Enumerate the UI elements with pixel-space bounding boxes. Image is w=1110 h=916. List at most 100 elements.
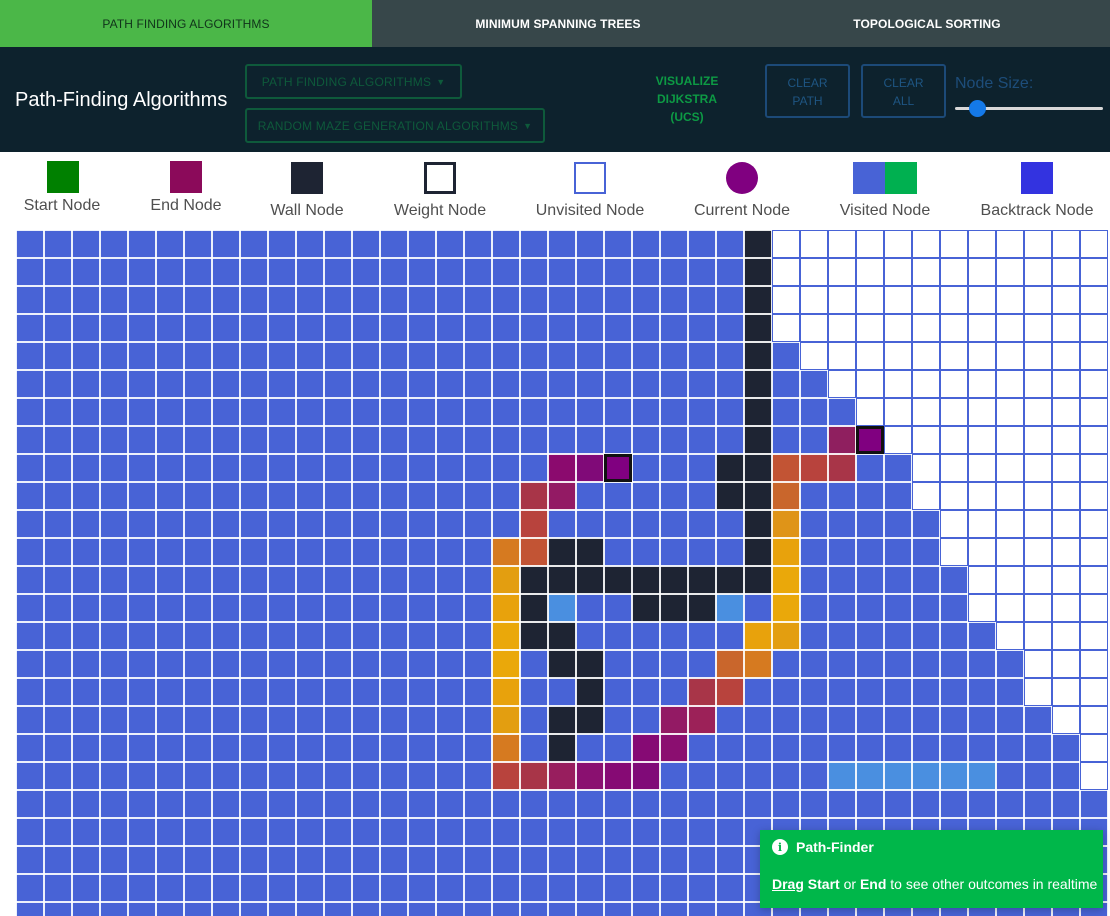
grid-cell[interactable]	[548, 650, 576, 678]
grid-cell[interactable]	[884, 454, 912, 482]
grid-cell[interactable]	[324, 678, 352, 706]
grid-cell[interactable]	[604, 790, 632, 818]
grid-cell[interactable]	[212, 818, 240, 846]
grid-cell[interactable]	[156, 426, 184, 454]
grid-cell[interactable]	[660, 258, 688, 286]
grid-cell[interactable]	[520, 314, 548, 342]
grid-cell[interactable]	[800, 314, 828, 342]
grid-cell[interactable]	[408, 482, 436, 510]
grid-cell[interactable]	[128, 874, 156, 902]
grid-cell[interactable]	[1052, 734, 1080, 762]
grid-cell[interactable]	[240, 734, 268, 762]
grid-cell[interactable]	[716, 258, 744, 286]
grid-cell[interactable]	[464, 426, 492, 454]
grid-cell[interactable]	[744, 706, 772, 734]
grid-cell[interactable]	[996, 398, 1024, 426]
grid-cell[interactable]	[240, 594, 268, 622]
grid-cell[interactable]	[1080, 790, 1108, 818]
grid-cell[interactable]	[268, 678, 296, 706]
grid-cell[interactable]	[212, 538, 240, 566]
grid-cell[interactable]	[72, 678, 100, 706]
grid-cell[interactable]	[520, 258, 548, 286]
grid-cell[interactable]	[380, 482, 408, 510]
grid-cell[interactable]	[968, 538, 996, 566]
grid-cell[interactable]	[520, 762, 548, 790]
grid-cell[interactable]	[716, 678, 744, 706]
grid-cell[interactable]	[1024, 314, 1052, 342]
grid-cell[interactable]	[464, 790, 492, 818]
grid-cell[interactable]	[240, 426, 268, 454]
grid-cell[interactable]	[772, 314, 800, 342]
grid-cell[interactable]	[800, 566, 828, 594]
grid-cell[interactable]	[184, 874, 212, 902]
grid-cell[interactable]	[828, 230, 856, 258]
grid-cell[interactable]	[492, 370, 520, 398]
grid-cell[interactable]	[72, 398, 100, 426]
grid-cell[interactable]	[212, 482, 240, 510]
grid-cell[interactable]	[632, 538, 660, 566]
grid-cell[interactable]	[800, 426, 828, 454]
grid-cell[interactable]	[856, 314, 884, 342]
grid-cell[interactable]	[604, 846, 632, 874]
grid-cell[interactable]	[632, 734, 660, 762]
grid-cell[interactable]	[408, 846, 436, 874]
grid-cell[interactable]	[744, 258, 772, 286]
grid-cell[interactable]	[1052, 650, 1080, 678]
grid-cell[interactable]	[408, 230, 436, 258]
grid-cell[interactable]	[968, 286, 996, 314]
grid-cell[interactable]	[744, 230, 772, 258]
grid-cell[interactable]	[520, 594, 548, 622]
grid-cell[interactable]	[44, 314, 72, 342]
grid-cell[interactable]	[184, 790, 212, 818]
grid-cell[interactable]	[604, 566, 632, 594]
grid-cell[interactable]	[436, 818, 464, 846]
grid-cell[interactable]	[492, 650, 520, 678]
grid-cell[interactable]	[408, 874, 436, 902]
grid-cell[interactable]	[184, 650, 212, 678]
grid-cell[interactable]	[352, 370, 380, 398]
grid-cell[interactable]	[660, 650, 688, 678]
grid-cell[interactable]	[156, 678, 184, 706]
grid-cell[interactable]	[576, 482, 604, 510]
grid-cell[interactable]	[324, 342, 352, 370]
grid-cell[interactable]	[128, 370, 156, 398]
grid-cell[interactable]	[660, 818, 688, 846]
grid-cell[interactable]	[1080, 566, 1108, 594]
grid-cell[interactable]	[912, 790, 940, 818]
grid-cell[interactable]	[744, 398, 772, 426]
grid-cell[interactable]	[940, 650, 968, 678]
grid-cell[interactable]	[772, 762, 800, 790]
grid-cell[interactable]	[72, 426, 100, 454]
grid-cell[interactable]	[940, 426, 968, 454]
tab-topological-sorting[interactable]: TOPOLOGICAL SORTING	[744, 0, 1110, 47]
grid-cell[interactable]	[772, 426, 800, 454]
grid-cell[interactable]	[100, 258, 128, 286]
grid-cell[interactable]	[16, 762, 44, 790]
grid-cell[interactable]	[548, 818, 576, 846]
grid-cell[interactable]	[520, 902, 548, 916]
grid-cell[interactable]	[912, 510, 940, 538]
grid-cell[interactable]	[100, 622, 128, 650]
grid-cell[interactable]	[240, 314, 268, 342]
grid-cell[interactable]	[996, 706, 1024, 734]
grid-cell[interactable]	[688, 258, 716, 286]
grid-cell[interactable]	[380, 790, 408, 818]
grid-cell[interactable]	[212, 426, 240, 454]
grid-cell[interactable]	[660, 230, 688, 258]
grid-cell[interactable]	[912, 342, 940, 370]
grid-cell[interactable]	[548, 258, 576, 286]
grid-cell[interactable]	[688, 706, 716, 734]
grid-cell[interactable]	[240, 762, 268, 790]
grid-cell[interactable]	[408, 510, 436, 538]
grid-cell[interactable]	[184, 566, 212, 594]
grid-cell[interactable]	[1024, 678, 1052, 706]
grid-cell[interactable]	[632, 398, 660, 426]
grid-cell[interactable]	[912, 594, 940, 622]
grid-cell[interactable]	[856, 510, 884, 538]
grid-cell[interactable]	[240, 482, 268, 510]
grid-cell[interactable]	[940, 230, 968, 258]
grid-cell[interactable]	[520, 370, 548, 398]
grid-cell[interactable]	[268, 818, 296, 846]
grid-cell[interactable]	[408, 454, 436, 482]
grid-cell[interactable]	[660, 426, 688, 454]
